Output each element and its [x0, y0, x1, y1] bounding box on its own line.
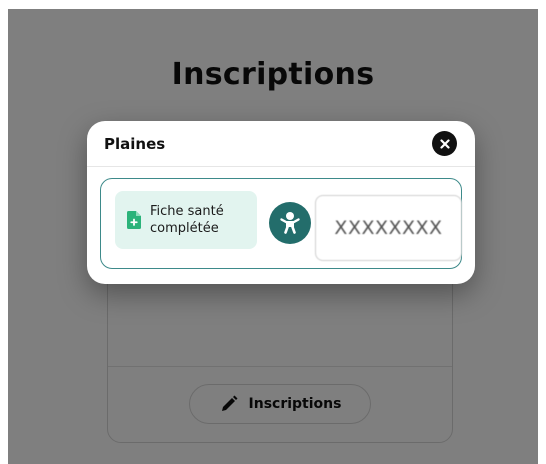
health-form-line2: complétée [150, 221, 219, 236]
health-form-status: Fiche santé complétée [150, 203, 224, 237]
modal-header: Plaines [87, 121, 475, 167]
document-plus-icon [127, 211, 141, 229]
plaines-modal: Plaines Fiche santé complétée XXXXXXXX [87, 121, 475, 284]
modal-title: Plaines [104, 134, 166, 153]
plaine-entry: Fiche santé complétée XXXXXXXX [100, 178, 462, 269]
baby-icon [280, 212, 300, 234]
health-form-line1: Fiche santé [150, 204, 224, 219]
code-field[interactable]: XXXXXXXX [315, 195, 462, 261]
health-form-badge: Fiche santé complétée [115, 191, 257, 249]
close-icon [439, 138, 450, 149]
close-button[interactable] [432, 131, 457, 156]
child-button[interactable] [269, 202, 311, 244]
